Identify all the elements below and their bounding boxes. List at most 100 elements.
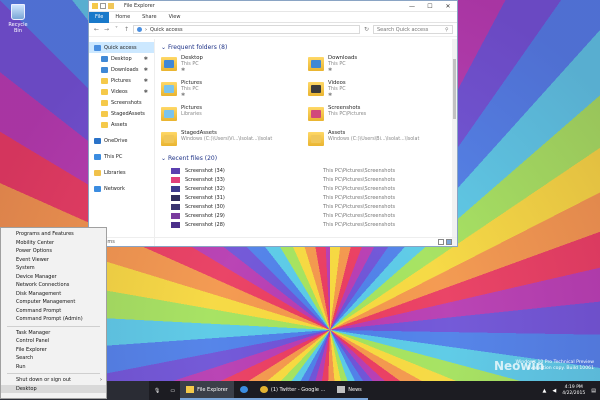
folder-tile[interactable]: Assets Windows (C:)\Users\Bi...\Isolat...… <box>308 130 451 151</box>
file-explorer-window: File Explorer — ☐ ✕ File Home Share View ← → … <box>88 0 458 247</box>
downloads-icon <box>101 66 108 73</box>
scrollbar-thumb[interactable] <box>453 59 456 119</box>
menu-item-command-prompt-admin[interactable]: Command Prompt (Admin) <box>1 315 106 324</box>
forward-arrow-icon[interactable]: → <box>103 26 110 33</box>
menu-item-disk-management[interactable]: Disk Management <box>1 290 106 299</box>
close-button[interactable]: ✕ <box>439 3 457 10</box>
recent-file-row[interactable]: Screenshot (34) This PC\Pictures\Screensh… <box>161 166 451 175</box>
nav-item-pictures[interactable]: Pictures ✱ <box>89 75 154 86</box>
recent-file-row[interactable]: Screenshot (28) This PC\Pictures\Screensh… <box>161 220 451 229</box>
nav-item-downloads[interactable]: Downloads ✱ <box>89 64 154 75</box>
recent-files-heading[interactable]: ⌄ Recent files (20) <box>161 155 451 162</box>
taskbar-app-file-explorer[interactable]: File Explorer <box>180 381 234 400</box>
menu-item-shut-down-or-sign-out[interactable]: Shut down or sign out › <box>1 376 106 385</box>
back-arrow-icon[interactable]: ← <box>93 26 100 33</box>
nav-item-libraries[interactable]: Libraries <box>89 167 154 178</box>
up-arrow-icon[interactable]: ↑ <box>123 26 130 33</box>
nav-item-assets[interactable]: Assets <box>89 119 154 130</box>
menu-item-mobility-center[interactable]: Mobility Center <box>1 239 106 248</box>
menu-item-power-options[interactable]: Power Options <box>1 247 106 256</box>
star-icon <box>137 27 142 32</box>
search-box[interactable]: ⚲ <box>373 25 453 34</box>
taskbar-app-1-twitter-google[interactable]: (1) Twitter - Google ... <box>253 381 332 400</box>
folder-location: This PC <box>328 87 346 92</box>
nav-item-stagedassets[interactable]: StagedAssets <box>89 108 154 119</box>
nav-item-desktop[interactable]: Desktop ✱ <box>89 53 154 64</box>
nav-item-network[interactable]: Network <box>89 183 154 194</box>
folder-tile[interactable]: Videos This PC ✱ <box>308 80 451 101</box>
taskbar-app-edge[interactable] <box>233 381 254 400</box>
folder-tile[interactable]: StagedAssets Windows (C:)\Users\Vi...\Iso… <box>161 130 304 151</box>
nav-item-screenshots[interactable]: Screenshots <box>89 97 154 108</box>
taskbar-app-label: (1) Twitter - Google ... <box>270 386 326 393</box>
tab-view[interactable]: View <box>163 12 187 23</box>
search-icon[interactable]: ⚲ <box>445 27 449 33</box>
menu-item-programs-and-features[interactable]: Programs and Features <box>1 230 106 239</box>
clock[interactable]: 4:19 PM 4/22/2015 <box>562 385 585 397</box>
title-bar[interactable]: File Explorer — ☐ ✕ <box>89 1 457 12</box>
menu-item-file-explorer[interactable]: File Explorer <box>1 346 106 355</box>
address-bar[interactable]: › Quick access <box>133 25 360 34</box>
folder-glyph <box>164 135 174 143</box>
vertical-scrollbar[interactable] <box>452 39 457 246</box>
folder-tile[interactable]: Pictures This PC ✱ <box>161 80 304 101</box>
recent-file-row[interactable]: Screenshot (30) This PC\Pictures\Screensh… <box>161 202 451 211</box>
menu-separator <box>7 373 100 374</box>
folder-tile[interactable]: Screenshots This PC\Pictures <box>308 105 451 126</box>
menu-item-network-connections[interactable]: Network Connections <box>1 281 106 290</box>
nav-item-label: Videos <box>111 88 128 95</box>
menu-item-event-viewer[interactable]: Event Viewer <box>1 256 106 265</box>
menu-item-desktop[interactable]: Desktop <box>1 384 106 393</box>
recent-file-row[interactable]: Screenshot (32) This PC\Pictures\Screensh… <box>161 184 451 193</box>
frequent-folders-heading[interactable]: ⌄ Frequent folders (8) <box>161 44 451 51</box>
tab-file[interactable]: File <box>89 11 110 23</box>
menu-item-control-panel[interactable]: Control Panel <box>1 337 106 346</box>
recent-file-row[interactable]: Screenshot (31) This PC\Pictures\Screensh… <box>161 193 451 202</box>
large-icons-view-icon[interactable] <box>446 239 452 245</box>
taskbar-app-news[interactable]: News <box>331 381 368 400</box>
volume-icon[interactable]: ◀ <box>552 388 556 394</box>
refresh-icon[interactable]: ↻ <box>363 26 370 33</box>
clock-time: 4:19 PM <box>564 384 583 390</box>
menu-item-device-manager[interactable]: Device Manager <box>1 273 106 282</box>
menu-item-task-manager[interactable]: Task Manager <box>1 329 106 338</box>
folder-location: This PC <box>181 87 199 92</box>
recent-file-row[interactable]: Screenshot (33) This PC\Pictures\Screensh… <box>161 175 451 184</box>
pictures-folder-icon <box>161 107 177 121</box>
nav-item-label: OneDrive <box>104 137 128 144</box>
nav-item-videos[interactable]: Videos ✱ <box>89 86 154 97</box>
folder-tile[interactable]: Desktop This PC ✱ <box>161 55 304 76</box>
folder-tile[interactable]: Downloads This PC ✱ <box>308 55 451 76</box>
folder-text: Screenshots This PC\Pictures <box>328 105 366 117</box>
recycle-bin[interactable]: Recycle Bin <box>4 4 32 34</box>
network-icon[interactable]: ▲ <box>542 388 546 394</box>
microphone-icon[interactable]: 🎙 <box>149 381 165 400</box>
action-center-icon[interactable]: ▤ <box>591 388 596 394</box>
recent-file-row[interactable]: Screenshot (29) This PC\Pictures\Screensh… <box>161 211 451 220</box>
tab-share[interactable]: Share <box>136 12 162 23</box>
menu-item-command-prompt[interactable]: Command Prompt <box>1 307 106 316</box>
folder-location: Windows (C:)\Users\Bi...\Isolat...\Isola… <box>328 137 420 142</box>
recent-file-name: Screenshot (34) <box>185 167 225 174</box>
menu-item-search[interactable]: Search <box>1 354 106 363</box>
submenu-arrow-icon: › <box>100 377 102 383</box>
pictures-folder-icon <box>161 82 177 96</box>
minimize-button[interactable]: — <box>403 3 421 10</box>
nav-item-quick-access[interactable]: Quick access <box>89 42 154 53</box>
search-input[interactable] <box>377 26 445 33</box>
maximize-button[interactable]: ☐ <box>421 3 439 10</box>
nav-item-onedrive[interactable]: OneDrive <box>89 135 154 146</box>
menu-item-computer-management[interactable]: Computer Management <box>1 298 106 307</box>
nav-item-label: Desktop <box>111 55 132 62</box>
folder-text: Pictures Libraries <box>181 105 202 117</box>
task-view-icon[interactable]: ▭ <box>165 381 180 400</box>
details-view-icon[interactable] <box>438 239 444 245</box>
nav-item-this-pc[interactable]: This PC <box>89 151 154 162</box>
properties-icon[interactable] <box>100 3 106 9</box>
tab-home[interactable]: Home <box>109 12 136 23</box>
recent-locations-chevron-icon[interactable]: ˅ <box>113 26 120 33</box>
menu-item-run[interactable]: Run <box>1 363 106 372</box>
folder-tile[interactable]: Pictures Libraries <box>161 105 304 126</box>
ribbon-tabs: File Home Share View <box>89 11 457 23</box>
menu-item-system[interactable]: System <box>1 264 106 273</box>
